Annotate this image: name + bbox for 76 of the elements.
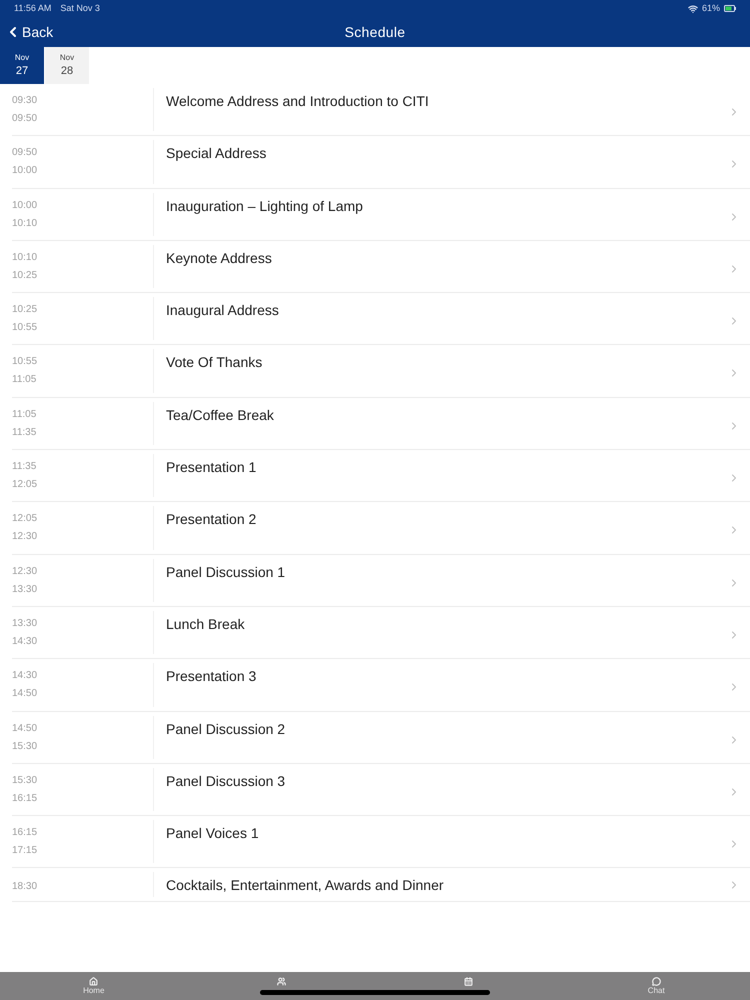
people-icon [276, 977, 286, 986]
start-time: 10:25 [12, 304, 38, 316]
status-time: 11:56 AM [14, 2, 52, 15]
start-time: 13:30 [12, 618, 38, 630]
session-row[interactable]: 10:25 10:55 Inaugural Address [12, 293, 750, 346]
start-time: 15:30 [12, 774, 38, 787]
session-row[interactable]: 10:00 10:10 Inauguration – Lighting of Lamp [12, 188, 750, 241]
session-title: Vote Of Thanks [166, 353, 262, 372]
end-time: 15:30 [12, 740, 38, 753]
session-row[interactable]: 15:30 16:15 Panel Discussion 3 [12, 764, 750, 816]
session-row[interactable]: 11:05 11:35 Tea/Coffee Break [12, 398, 750, 450]
session-title: Keynote Address [166, 248, 272, 267]
start-time: 10:55 [12, 356, 38, 368]
end-time: 17:15 [12, 845, 38, 858]
session-title: Panel Discussion 2 [166, 720, 286, 738]
session-title: Presentation 3 [166, 667, 256, 686]
start-time: 14:50 [12, 722, 38, 735]
end-time: 09:50 [12, 113, 38, 125]
end-time: 10:55 [12, 322, 38, 334]
session-row[interactable]: 09:30 09:50 Welcome Address and Introduction to CITI [12, 84, 750, 136]
date-tab[interactable]: Nov 28 [45, 47, 89, 84]
session-title: Panel Voices 1 [166, 824, 259, 842]
session-title: Presentation 1 [166, 458, 256, 476]
end-time: 14:50 [12, 688, 38, 700]
status-date: Sat Nov 3 [60, 2, 100, 15]
start-time: 18:30 [12, 880, 38, 893]
date-tab[interactable]: Nov 27 [0, 47, 44, 84]
end-time: 16:15 [12, 792, 38, 805]
session-row[interactable]: 12:05 12:30 Presentation 2 [12, 502, 750, 555]
end-time: 13:30 [12, 584, 38, 596]
end-time: 11:05 [12, 374, 36, 386]
start-time: 12:05 [12, 513, 38, 526]
start-time: 14:30 [12, 670, 38, 682]
end-time: 10:00 [12, 165, 38, 178]
session-row[interactable]: 10:10 10:25 Keynote Address [12, 240, 750, 294]
screen-title: Schedule [344, 22, 406, 42]
end-time: 10:25 [12, 270, 38, 282]
session-row[interactable]: 12:30 13:30 Panel Discussion 1 [12, 554, 750, 607]
session-row[interactable]: 09:50 10:00 Special Address [12, 136, 750, 189]
session-title: Welcome Address and Introduction to CITI [166, 92, 429, 110]
session-title: Tea/Coffee Break [166, 406, 274, 424]
end-time: 12:30 [12, 531, 38, 544]
chat-bubble-icon [652, 977, 661, 986]
battery-percent: 61% [702, 2, 720, 15]
end-time: 14:30 [12, 636, 38, 648]
session-row[interactable]: 13:30 14:30 Lunch Break [12, 606, 750, 660]
session-row[interactable]: 10:55 11:05 Vote Of Thanks [12, 345, 750, 398]
session-row[interactable]: 18:30 Cocktails, Entertainment, Awards and Dinner [12, 868, 750, 902]
start-time: 10:00 [12, 200, 38, 212]
session-title: Cocktails, Entertainment, Awards and Dinner [166, 876, 444, 894]
end-time: 12:05 [12, 479, 38, 492]
session-title: Presentation 2 [166, 510, 256, 528]
session-title: Panel Discussion 3 [166, 772, 286, 790]
session-title: Inaugural Address [166, 301, 279, 320]
start-time: 11:35 [12, 461, 36, 474]
start-time: 10:10 [12, 252, 38, 264]
home-icon [89, 977, 98, 986]
session-row[interactable]: 14:50 15:30 Panel Discussion 2 [12, 712, 750, 764]
session-row[interactable]: 14:30 14:50 Presentation 3 [12, 659, 750, 712]
calendar-icon [464, 977, 474, 986]
session-title: Inauguration – Lighting of Lamp [166, 196, 363, 215]
battery-icon [724, 5, 736, 12]
session-title: Panel Discussion 1 [166, 562, 286, 581]
start-time: 16:15 [12, 827, 38, 840]
start-time: 09:50 [12, 147, 38, 160]
session-row[interactable]: 11:35 12:05 Presentation 1 [12, 450, 750, 502]
end-time: 10:10 [12, 218, 38, 230]
session-title: Lunch Break [166, 614, 245, 633]
wifi-icon [688, 4, 698, 14]
start-time: 11:05 [12, 408, 36, 421]
end-time: 11:35 [12, 426, 36, 439]
start-time: 09:30 [12, 95, 38, 107]
session-row[interactable]: 16:15 17:15 Panel Voices 1 [12, 816, 750, 868]
back-button[interactable]: Back [0, 22, 54, 42]
session-title: Special Address [166, 144, 266, 162]
start-time: 12:30 [12, 566, 38, 578]
